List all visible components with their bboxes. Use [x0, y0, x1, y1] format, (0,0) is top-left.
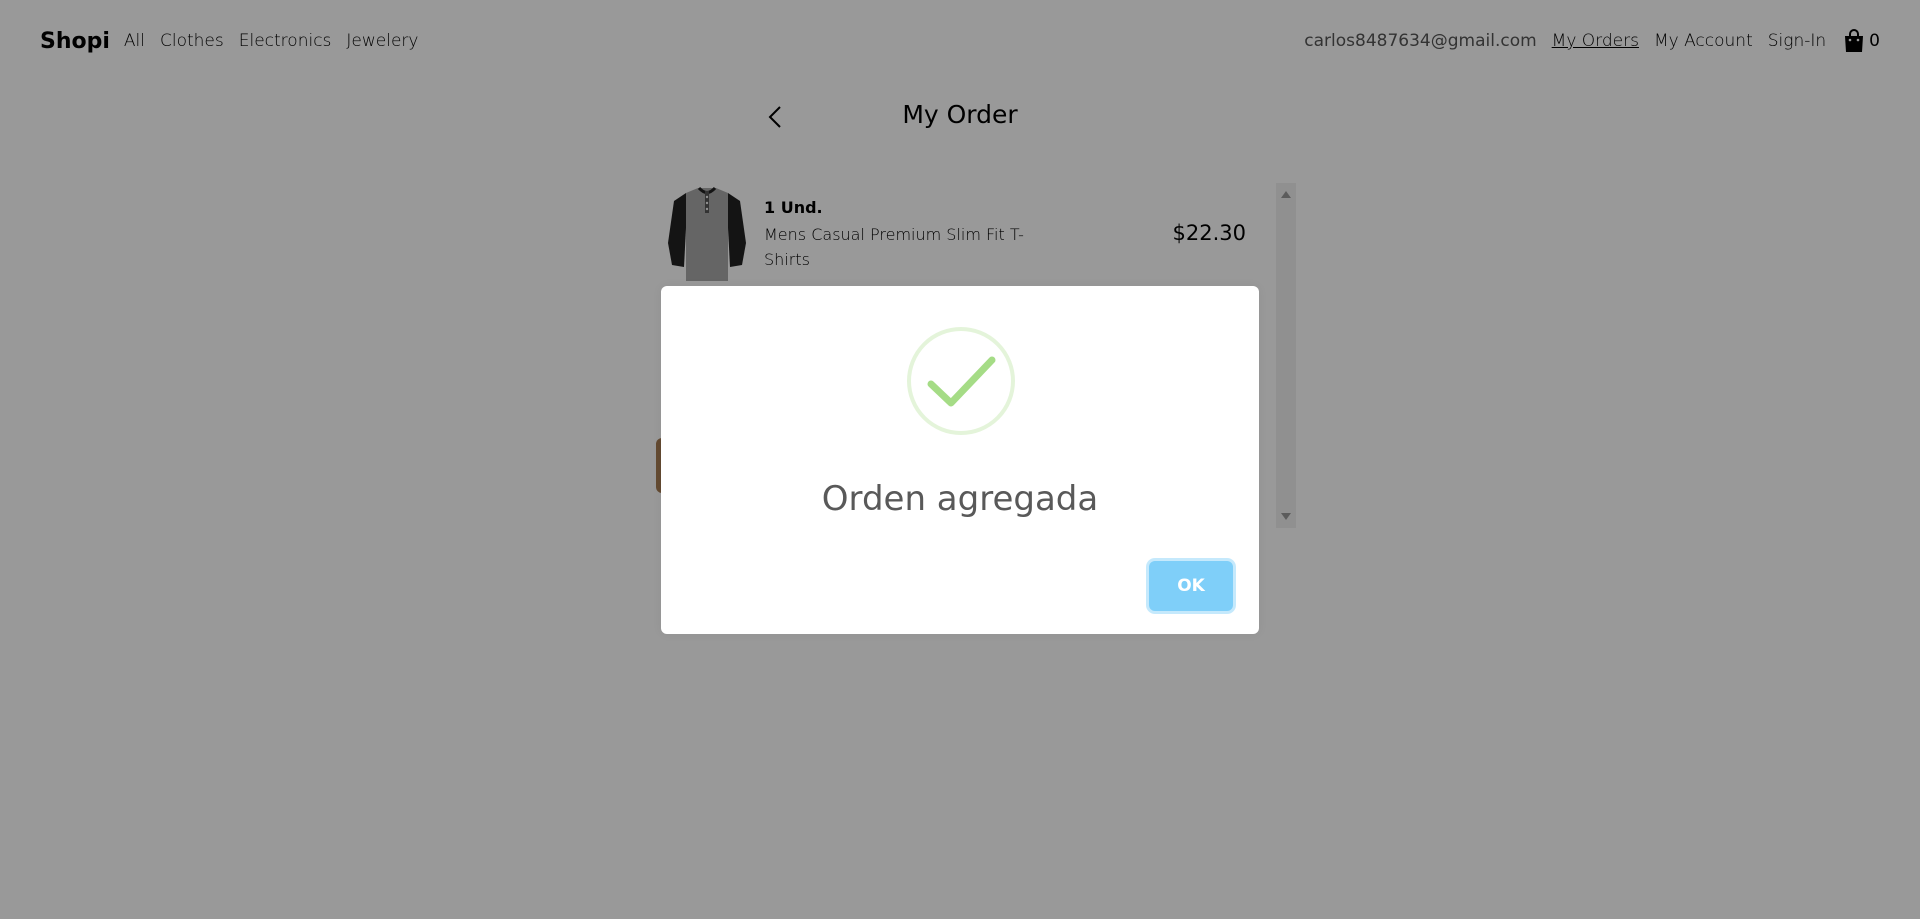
check-icon: [907, 327, 1015, 435]
dialog-title: Orden agregada: [821, 479, 1099, 519]
ok-button[interactable]: OK: [1149, 561, 1233, 611]
success-dialog: Orden agregada OK: [661, 286, 1259, 634]
